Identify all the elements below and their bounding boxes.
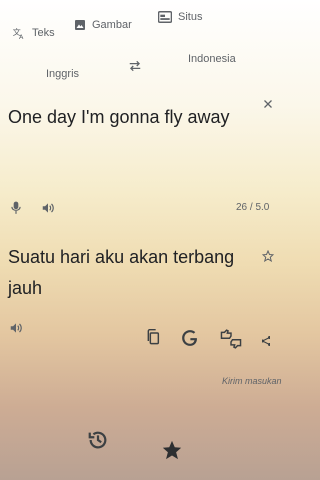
tab-website[interactable]: Situs — [158, 11, 202, 23]
clear-button[interactable] — [262, 96, 274, 114]
swap-languages-button[interactable] — [127, 60, 143, 76]
microphone-button[interactable] — [9, 201, 23, 220]
source-text: One day I'm gonna fly away — [8, 107, 230, 127]
tab-website-label: Situs — [178, 11, 203, 23]
svg-text:A: A — [19, 33, 24, 40]
swap-icon — [128, 59, 142, 77]
history-icon — [87, 429, 109, 456]
tab-image-label: Gambar — [92, 19, 132, 31]
google-search-button[interactable] — [181, 329, 199, 352]
character-counter: 26 / 5.0 — [236, 202, 270, 213]
history-button[interactable] — [86, 430, 110, 454]
target-speaker-button[interactable] — [8, 322, 24, 338]
target-language-label: Indonesia — [188, 53, 236, 65]
speaker-icon — [41, 201, 55, 220]
image-icon — [74, 19, 86, 31]
star-icon — [261, 249, 275, 267]
send-feedback-link[interactable]: Kirim masukan — [222, 376, 282, 386]
source-text-input[interactable]: One day I'm gonna fly away — [8, 102, 248, 133]
microphone-icon — [11, 201, 21, 220]
saved-button[interactable] — [160, 440, 184, 464]
copy-button[interactable] — [145, 328, 161, 350]
tab-text[interactable]: 文A Teks — [12, 26, 55, 40]
save-translation-button[interactable] — [261, 249, 275, 267]
share-button[interactable] — [262, 336, 270, 350]
clear-icon — [263, 96, 273, 114]
copy-icon — [146, 328, 160, 350]
tab-text-label: Teks — [32, 27, 55, 39]
feedback-icon — [220, 328, 242, 354]
google-icon — [181, 329, 199, 352]
speaker-icon — [9, 321, 23, 340]
source-language-label: Inggris — [46, 68, 80, 80]
tab-image[interactable]: Gambar — [74, 19, 132, 31]
feedback-button[interactable] — [219, 328, 243, 354]
source-language-button[interactable]: Inggris — [46, 68, 79, 80]
target-language-button[interactable]: Indonesia — [188, 53, 236, 65]
saved-star-icon — [161, 439, 183, 466]
translation-text: Suatu hari aku akan terbang jauh — [8, 247, 235, 298]
website-icon — [158, 11, 172, 23]
translate-icon: 文A — [12, 26, 26, 40]
share-icon — [262, 336, 270, 350]
source-speaker-button[interactable] — [40, 202, 56, 218]
